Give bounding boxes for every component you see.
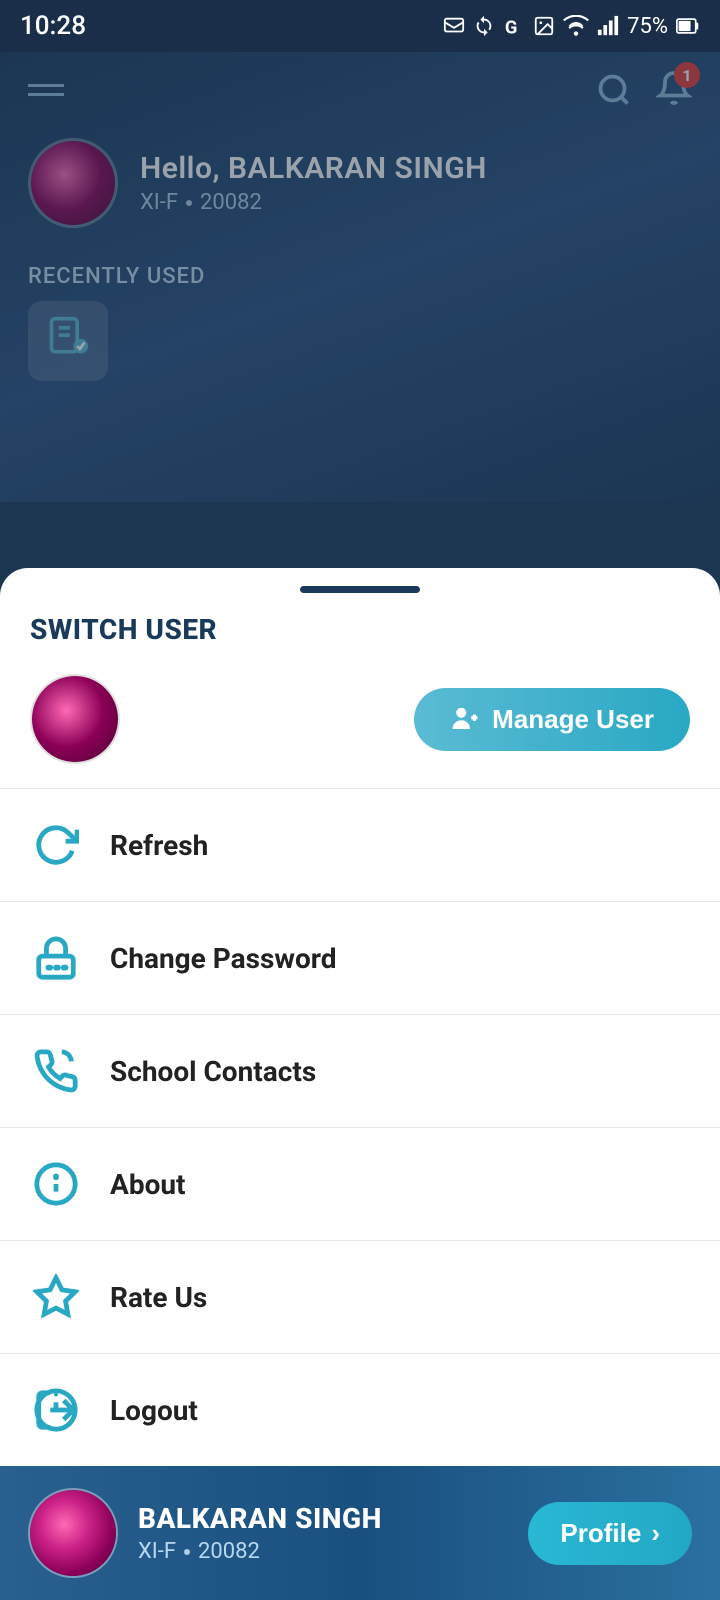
profile-button[interactable]: Profile › — [528, 1502, 692, 1565]
sheet-user-avatar[interactable] — [30, 674, 120, 764]
footer-avatar — [28, 1488, 118, 1578]
signal-icon — [597, 15, 619, 37]
manage-user-button[interactable]: Manage User — [414, 688, 690, 751]
footer-class: XI-F — [138, 1539, 176, 1564]
about-label: About — [110, 1168, 186, 1201]
message-icon — [443, 15, 465, 37]
status-time: 10:28 — [20, 11, 86, 41]
wifi-icon — [563, 15, 589, 37]
change-password-label: Change Password — [110, 942, 337, 975]
svg-text:G: G — [505, 17, 517, 37]
menu-item-about[interactable]: About — [0, 1128, 720, 1240]
drag-pill — [300, 586, 420, 593]
rate-us-icon — [30, 1271, 82, 1323]
switch-user-title: SWITCH USER — [30, 613, 690, 646]
switch-user-header: SWITCH USER — [0, 603, 720, 664]
profile-chevron-icon: › — [651, 1518, 660, 1549]
school-contacts-icon — [30, 1045, 82, 1097]
status-icons: G 75% — [443, 14, 700, 39]
sync-icon — [473, 15, 495, 37]
menu-item-change-password[interactable]: Change Password — [0, 902, 720, 1014]
change-password-icon — [30, 932, 82, 984]
logout-label: Logout — [110, 1394, 198, 1427]
bottom-sheet: SWITCH USER Manage User Refresh — [0, 568, 720, 1600]
footer-user-info: BALKARAN SINGH XI-F 20082 — [138, 1502, 382, 1564]
manage-user-icon — [450, 704, 480, 734]
footer-name: BALKARAN SINGH — [138, 1502, 382, 1535]
footer-meta: XI-F 20082 — [138, 1539, 382, 1564]
refresh-label: Refresh — [110, 829, 208, 862]
menu-item-refresh[interactable]: Refresh — [0, 789, 720, 901]
status-bar: 10:28 G 75% — [0, 0, 720, 52]
menu-item-school-contacts[interactable]: School Contacts — [0, 1015, 720, 1127]
about-icon — [30, 1158, 82, 1210]
user-row: Manage User — [0, 664, 720, 788]
menu-item-rate-us[interactable]: Rate Us — [0, 1241, 720, 1353]
battery-text: 75% — [627, 14, 668, 39]
battery-icon — [676, 15, 700, 37]
profile-label: Profile — [560, 1518, 641, 1549]
manage-user-label: Manage User — [492, 704, 654, 735]
footer-avatar-image — [30, 1490, 116, 1576]
profile-footer: BALKARAN SINGH XI-F 20082 Profile › — [0, 1466, 720, 1600]
school-contacts-label: School Contacts — [110, 1055, 316, 1088]
rate-us-label: Rate Us — [110, 1281, 207, 1314]
footer-sep — [184, 1549, 190, 1555]
gallery-icon — [533, 15, 555, 37]
logout-icon — [30, 1384, 82, 1436]
g-icon: G — [503, 15, 525, 37]
refresh-icon — [30, 819, 82, 871]
footer-roll: 20082 — [198, 1539, 260, 1564]
footer-user: BALKARAN SINGH XI-F 20082 — [28, 1488, 382, 1578]
sheet-avatar-image — [32, 676, 118, 762]
menu-item-logout[interactable]: Logout — [0, 1354, 720, 1466]
drag-handle[interactable] — [0, 568, 720, 603]
